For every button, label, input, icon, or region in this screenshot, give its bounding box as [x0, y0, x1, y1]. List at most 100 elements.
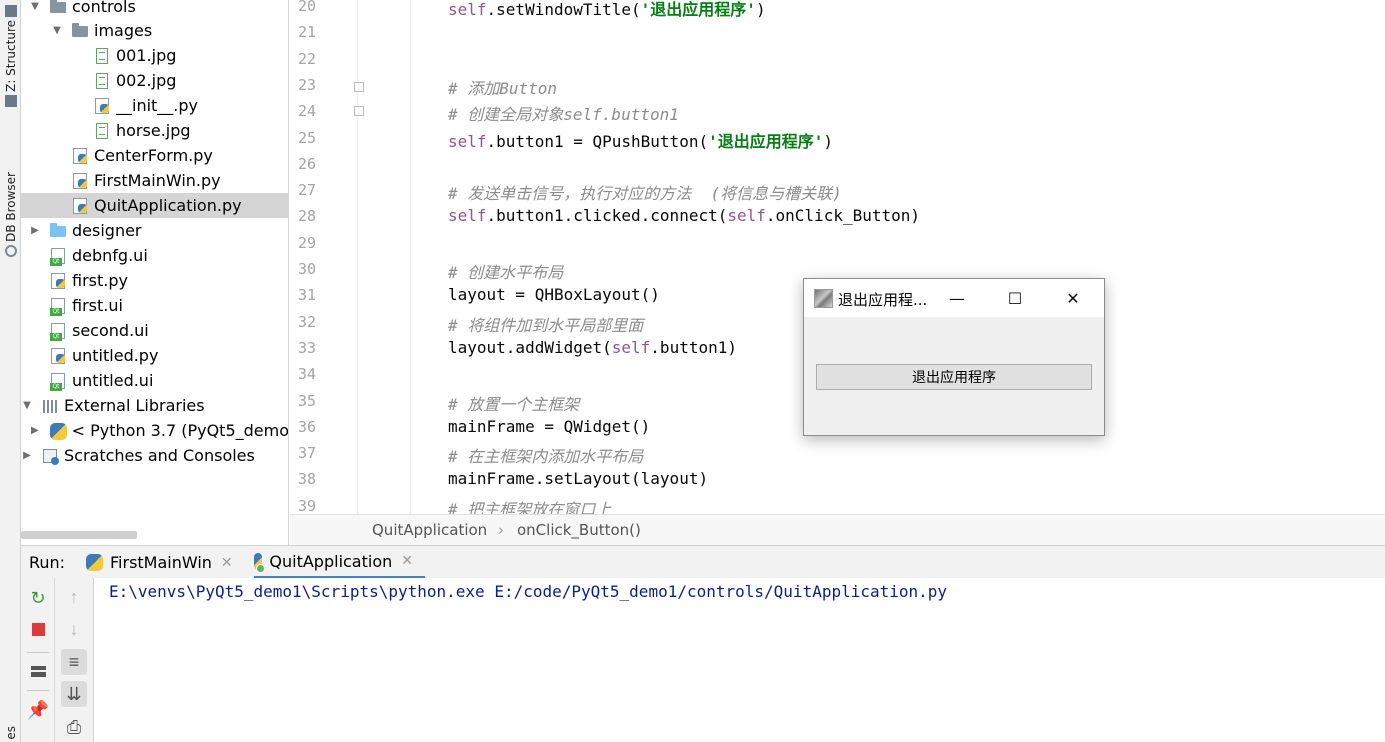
- tab-close-icon[interactable]: ✕: [221, 555, 233, 571]
- run-label: Run:: [29, 546, 65, 579]
- tree-item-label: controls: [72, 0, 136, 16]
- rerun-icon[interactable]: ↻: [25, 585, 51, 611]
- structure-tab[interactable]: Z: Structure: [0, 2, 21, 110]
- tab-close-icon[interactable]: ✕: [401, 553, 413, 569]
- tree-item[interactable]: QuitApplication.py: [21, 193, 288, 218]
- tree-item[interactable]: ▶ Scratches and Consoles: [21, 443, 288, 468]
- tree-item[interactable]: CenterForm.py: [21, 143, 288, 168]
- app-titlebar[interactable]: 退出应用程... — ☐ ✕: [804, 279, 1104, 317]
- app-window-title: 退出应用程...: [838, 291, 928, 309]
- tree-item-label: untitled.py: [72, 346, 159, 365]
- breadcrumb-method[interactable]: onClick_Button(): [517, 521, 641, 539]
- tree-item[interactable]: ▼ External Libraries: [21, 393, 288, 418]
- chevron-right-icon[interactable]: ▶: [29, 425, 41, 436]
- tree-horizontal-scrollbar[interactable]: [21, 531, 137, 539]
- code-line[interactable]: # 创建水平布局: [448, 259, 563, 283]
- code-editor[interactable]: 20 21 22 23 24 25 26 27 28 29 30 31 32 33 34 35 36 37 38 39…: [290, 0, 1385, 514]
- tree-item[interactable]: debnfg.ui: [21, 243, 288, 268]
- tree-item[interactable]: first.ui: [21, 293, 288, 318]
- code-line[interactable]: # 发送单击信号，执行对应的方法 (将信息与槽关联): [448, 180, 842, 204]
- code-token: .setWindowTitle(: [486, 0, 641, 19]
- down-arrow-icon[interactable]: ↓: [61, 616, 87, 642]
- run-tab-quitapplication[interactable]: QuitApplication ✕: [254, 546, 425, 579]
- tree-item[interactable]: horse.jpg: [21, 118, 288, 143]
- stop-button[interactable]: [25, 616, 51, 642]
- tree-item[interactable]: ▶ < Python 3.7 (PyQt5_demo: [21, 418, 288, 443]
- up-arrow-icon[interactable]: ↑: [61, 584, 87, 610]
- print-icon[interactable]: ⎙: [61, 714, 87, 740]
- code-token: layout.addWidget(: [448, 337, 612, 357]
- code-line[interactable]: layout.addWidget(self.button1): [448, 338, 737, 357]
- tree-item[interactable]: second.ui: [21, 318, 288, 343]
- bottom-tab[interactable]: es: [0, 726, 21, 740]
- code-comment: # 将组件加到水平局部里面: [448, 315, 644, 335]
- code-token: ): [755, 0, 766, 19]
- python-file-icon: [49, 272, 67, 290]
- minimize-button[interactable]: —: [928, 279, 986, 317]
- tree-item-label: designer: [72, 221, 142, 240]
- python-file-icon: [49, 347, 67, 365]
- tree-item[interactable]: ▼ controls: [21, 0, 288, 19]
- app-window[interactable]: 退出应用程... — ☐ ✕ 退出应用程序: [803, 278, 1105, 436]
- qt-ui-file-icon: [49, 372, 67, 391]
- quit-application-button[interactable]: 退出应用程序: [816, 364, 1092, 390]
- tree-item[interactable]: 002.jpg: [21, 68, 288, 93]
- scroll-to-end-icon[interactable]: ⇊: [61, 681, 87, 707]
- tree-item-label: Scratches and Consoles: [64, 446, 255, 465]
- run-tab-firstmainwin[interactable]: FirstMainWin ✕: [86, 546, 233, 579]
- tree-item[interactable]: 001.jpg: [21, 43, 288, 68]
- code-line[interactable]: # 在主框架内添加水平布局: [448, 443, 643, 467]
- code-comment: # 在主框架内添加水平布局: [448, 447, 644, 467]
- left-tool-strip: Z: Structure DB Browser es: [0, 0, 21, 742]
- line-number: 24: [297, 102, 316, 121]
- line-number: 25: [297, 128, 316, 147]
- code-line[interactable]: self.setWindowTitle('退出应用程序'): [448, 0, 766, 20]
- line-number: 34: [297, 365, 316, 384]
- pin-icon[interactable]: 📌: [25, 697, 51, 723]
- code-string: '退出应用程序': [640, 0, 756, 19]
- layout-button[interactable]: [25, 658, 51, 684]
- chevron-right-icon[interactable]: ▶: [21, 450, 33, 461]
- line-number-gutter: 20 21 22 23 24 25 26 27 28 29 30 31 32 33 34 35 36 37 38 39: [290, 0, 358, 514]
- tree-item-label: first.py: [72, 271, 128, 290]
- code-line[interactable]: mainFrame = QWidget(): [448, 417, 650, 436]
- code-line[interactable]: # 把主框架放在窗口上: [448, 496, 611, 514]
- library-icon: [41, 397, 59, 415]
- code-line[interactable]: # 添加Button: [448, 75, 557, 99]
- code-line[interactable]: # 将组件加到水平局部里面: [448, 312, 643, 336]
- close-button[interactable]: ✕: [1044, 279, 1102, 317]
- code-line[interactable]: # 创建全局对象self.button1: [448, 101, 679, 125]
- maximize-button[interactable]: ☐: [986, 279, 1044, 317]
- code-line[interactable]: self.button1.clicked.connect(self.onClic…: [448, 206, 920, 225]
- code-line[interactable]: layout = QHBoxLayout(): [448, 285, 660, 304]
- run-console[interactable]: E:\venvs\PyQt5_demo1\Scripts\python.exe …: [94, 578, 1385, 742]
- chevron-right-icon[interactable]: ▶: [29, 225, 41, 236]
- line-number: 29: [297, 233, 316, 252]
- chevron-down-icon[interactable]: ▼: [51, 25, 63, 36]
- chevron-down-icon[interactable]: ▼: [29, 1, 41, 12]
- tree-item-label: untitled.ui: [72, 371, 154, 390]
- tree-item[interactable]: FirstMainWin.py: [21, 168, 288, 193]
- line-number: 23: [297, 75, 316, 94]
- breadcrumb-class[interactable]: QuitApplication: [372, 521, 487, 539]
- structure-grid-icon: [4, 94, 17, 107]
- db-browser-tab-label: DB Browser: [3, 172, 18, 242]
- fold-marker-icon[interactable]: [354, 82, 364, 92]
- tree-item[interactable]: untitled.py: [21, 343, 288, 368]
- code-line[interactable]: # 放置一个主框架: [448, 391, 579, 415]
- tree-item[interactable]: ▼ images: [21, 18, 288, 43]
- fold-marker-icon[interactable]: [354, 106, 364, 116]
- image-file-icon: [93, 72, 111, 90]
- code-line[interactable]: self.button1 = QPushButton('退出应用程序'): [448, 128, 833, 152]
- app-window-icon: [814, 289, 833, 308]
- chevron-down-icon[interactable]: ▼: [21, 400, 33, 411]
- db-browser-tab[interactable]: DB Browser: [0, 172, 21, 260]
- line-number: 37: [297, 444, 316, 463]
- soft-wrap-icon[interactable]: ≡: [61, 649, 87, 675]
- tree-item[interactable]: untitled.ui: [21, 368, 288, 393]
- tree-item[interactable]: first.py: [21, 268, 288, 293]
- code-line[interactable]: mainFrame.setLayout(layout): [448, 469, 708, 488]
- line-number: 21: [297, 23, 316, 42]
- tree-item[interactable]: ▶ designer: [21, 218, 288, 243]
- tree-item[interactable]: __init__.py: [21, 93, 288, 118]
